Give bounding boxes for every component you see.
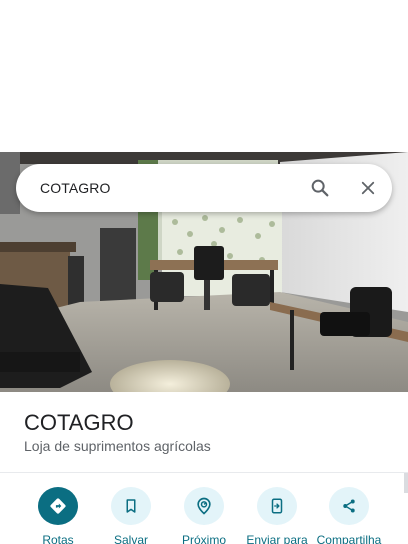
nearby-circle [184, 487, 224, 525]
send-circle [257, 487, 297, 525]
nearby-label: Próximo [181, 533, 226, 544]
clear-search-button[interactable] [344, 164, 392, 212]
directions-icon [50, 498, 66, 514]
close-icon [361, 181, 375, 195]
save-circle [111, 487, 151, 525]
scrollbar[interactable] [404, 473, 408, 493]
send-label: Enviar para [246, 533, 308, 544]
share-label: Compartilha [316, 533, 382, 544]
share-icon [343, 499, 355, 513]
share-circle [329, 487, 369, 525]
nearby-button[interactable]: Próximo [166, 487, 242, 544]
bookmark-icon [126, 499, 136, 513]
search-bar[interactable]: COTAGRO [16, 164, 392, 212]
save-button[interactable]: Salvar [93, 487, 169, 544]
place-category: Loja de suprimentos agrícolas [24, 438, 211, 454]
place-info: COTAGRO Loja de suprimentos agrícolas [0, 392, 408, 472]
search-query[interactable]: COTAGRO [40, 180, 296, 196]
directions-circle [38, 487, 78, 525]
send-to-phone-icon [271, 498, 283, 514]
search-button[interactable] [296, 164, 344, 212]
place-title: COTAGRO [24, 410, 134, 435]
directions-button[interactable]: Rotas [20, 487, 96, 544]
maps-place-page: COTAGRO COTAGRO Loja de suprimentos agrí… [0, 0, 408, 544]
share-button[interactable]: Compartilha [311, 487, 387, 544]
save-label: Salvar [113, 533, 148, 544]
action-bar: Rotas Salvar Próximo Enviar para Compart… [0, 473, 408, 544]
nearby-icon [197, 497, 211, 515]
search-icon [311, 179, 329, 197]
send-to-phone-button[interactable]: Enviar para [239, 487, 315, 544]
directions-label: Rotas [42, 533, 74, 544]
